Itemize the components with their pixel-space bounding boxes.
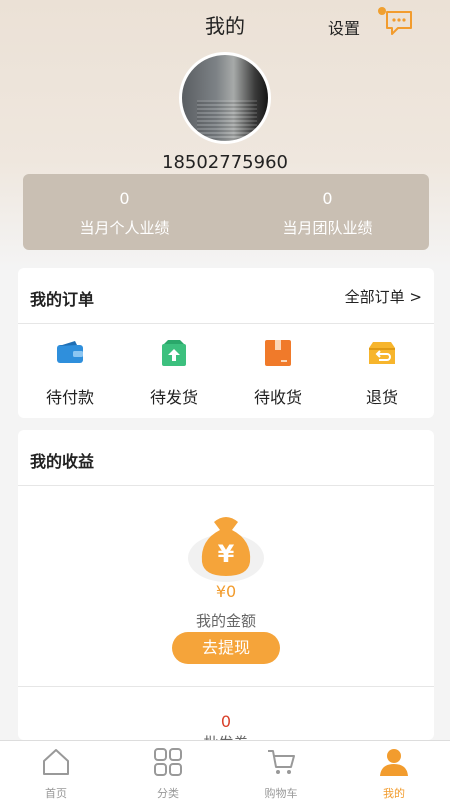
tab-cart[interactable]: 购物车: [225, 747, 337, 800]
orders-card: 我的订单 全部订单 > 待付款 待发货 待收货 退货: [18, 268, 434, 418]
income-divider: [18, 686, 434, 687]
order-pending-receipt[interactable]: 待收货: [226, 338, 330, 408]
box-upload-icon: [162, 340, 186, 366]
tab-category-label: 分类: [157, 787, 179, 800]
package-icon: [265, 340, 291, 366]
stat-personal[interactable]: 0 当月个人业绩: [23, 188, 226, 240]
tab-mine-label: 我的: [383, 787, 405, 800]
stat-team[interactable]: 0 当月团队业绩: [226, 188, 429, 240]
order-pending-shipment[interactable]: 待发货: [122, 338, 226, 408]
user-phone: 18502775960: [162, 152, 288, 173]
money-bag-icon: ¥: [188, 517, 264, 582]
bottom-tab-bar: 首页 分类 购物车 我的: [0, 740, 450, 800]
home-icon: [43, 749, 69, 775]
tab-home-label: 首页: [45, 787, 67, 800]
settings-button[interactable]: 设置: [328, 15, 360, 39]
order-pending-shipment-label: 待发货: [149, 388, 198, 407]
all-orders-link[interactable]: 全部订单 >: [345, 286, 422, 307]
income-header: 我的收益: [18, 430, 434, 486]
tab-cart-label: 购物车: [264, 787, 298, 800]
stat-team-label: 当月团队业绩: [282, 219, 373, 237]
chat-bubble-icon[interactable]: [384, 9, 414, 37]
order-return[interactable]: 退货: [330, 338, 434, 408]
tab-mine[interactable]: 我的: [338, 747, 450, 800]
user-icon: [380, 749, 408, 776]
order-return-label: 退货: [365, 388, 398, 407]
return-icon: [369, 342, 395, 364]
withdraw-button[interactable]: 去提现: [172, 632, 280, 664]
income-title: 我的收益: [30, 452, 95, 471]
income-amount-label: 我的金额: [195, 612, 256, 630]
order-pending-receipt-label: 待收货: [253, 388, 302, 407]
order-pending-payment[interactable]: 待付款: [18, 338, 122, 408]
avatar[interactable]: [179, 52, 271, 144]
tab-category[interactable]: 分类: [112, 747, 224, 800]
order-pending-payment-label: 待付款: [45, 388, 94, 407]
tab-home[interactable]: 首页: [0, 747, 112, 800]
performance-stats: 0 当月个人业绩 0 当月团队业绩: [23, 174, 429, 250]
orders-header: 我的订单 全部订单 >: [18, 268, 434, 324]
orders-title: 我的订单: [30, 290, 95, 309]
wallet-icon: [57, 341, 83, 363]
stat-team-value: 0: [322, 189, 333, 208]
grid-icon: [154, 748, 182, 776]
stat-personal-label: 当月个人业绩: [79, 219, 170, 237]
stat-personal-value: 0: [119, 189, 130, 208]
cart-icon: [268, 750, 295, 774]
income-amount: ¥0: [215, 582, 237, 601]
income-card: 我的收益 ¥ ¥0 我的金额 去提现 0 批发券: [18, 430, 434, 752]
wholesale-coupon-value: 0: [220, 712, 232, 731]
svg-text:¥: ¥: [218, 540, 235, 568]
